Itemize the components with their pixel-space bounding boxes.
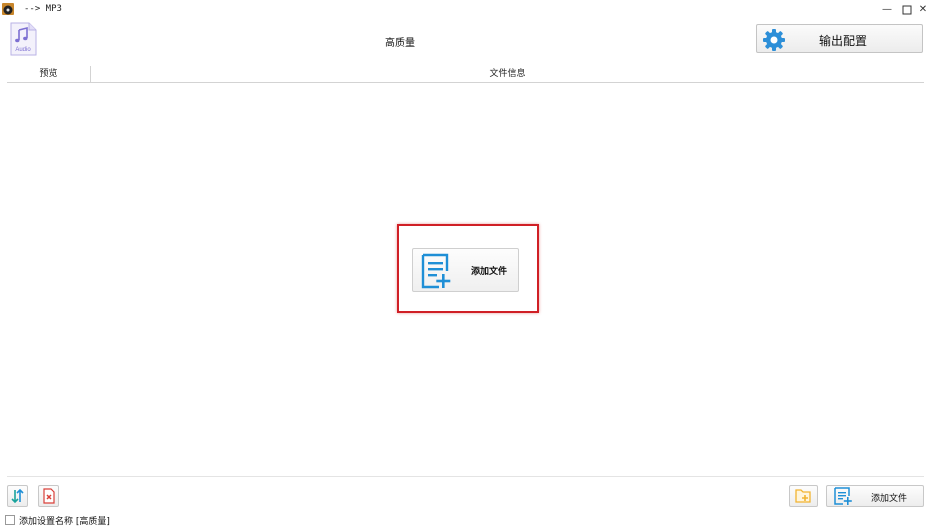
add-file-center-button[interactable]: 添加文件 bbox=[412, 248, 519, 292]
maximize-icon[interactable] bbox=[900, 3, 914, 17]
column-file-info: 文件信息 bbox=[489, 69, 526, 79]
delete-button[interactable] bbox=[38, 485, 59, 507]
sort-button[interactable] bbox=[7, 485, 28, 507]
file-list-header: 预览 文件信息 bbox=[7, 66, 924, 83]
delete-icon bbox=[43, 488, 55, 504]
title-bar: --> MP3 — ✕ bbox=[0, 0, 932, 20]
add-folder-icon bbox=[795, 489, 811, 503]
add-folder-button[interactable] bbox=[789, 485, 818, 507]
add-preset-name-checkbox[interactable] bbox=[5, 515, 15, 525]
add-preset-name-label: 添加设置名称 [高质量] bbox=[19, 517, 110, 527]
column-preview: 预览 bbox=[7, 66, 91, 82]
add-file-label: 添加文件 bbox=[871, 494, 908, 504]
minimize-icon[interactable]: — bbox=[880, 3, 894, 17]
add-file-button[interactable]: 添加文件 bbox=[826, 485, 924, 507]
add-file-icon bbox=[421, 253, 451, 289]
window-title: --> MP3 bbox=[24, 4, 62, 14]
close-icon[interactable]: ✕ bbox=[916, 3, 930, 17]
gear-icon bbox=[763, 29, 785, 51]
output-config-button[interactable]: 输出配置 bbox=[756, 24, 923, 53]
output-config-label: 输出配置 bbox=[819, 34, 868, 48]
add-file-center-label: 添加文件 bbox=[471, 267, 508, 277]
add-file-icon bbox=[834, 487, 852, 505]
preset-name: 高质量 bbox=[385, 38, 415, 49]
app-disc-icon bbox=[2, 3, 14, 15]
sort-icon bbox=[11, 488, 24, 504]
